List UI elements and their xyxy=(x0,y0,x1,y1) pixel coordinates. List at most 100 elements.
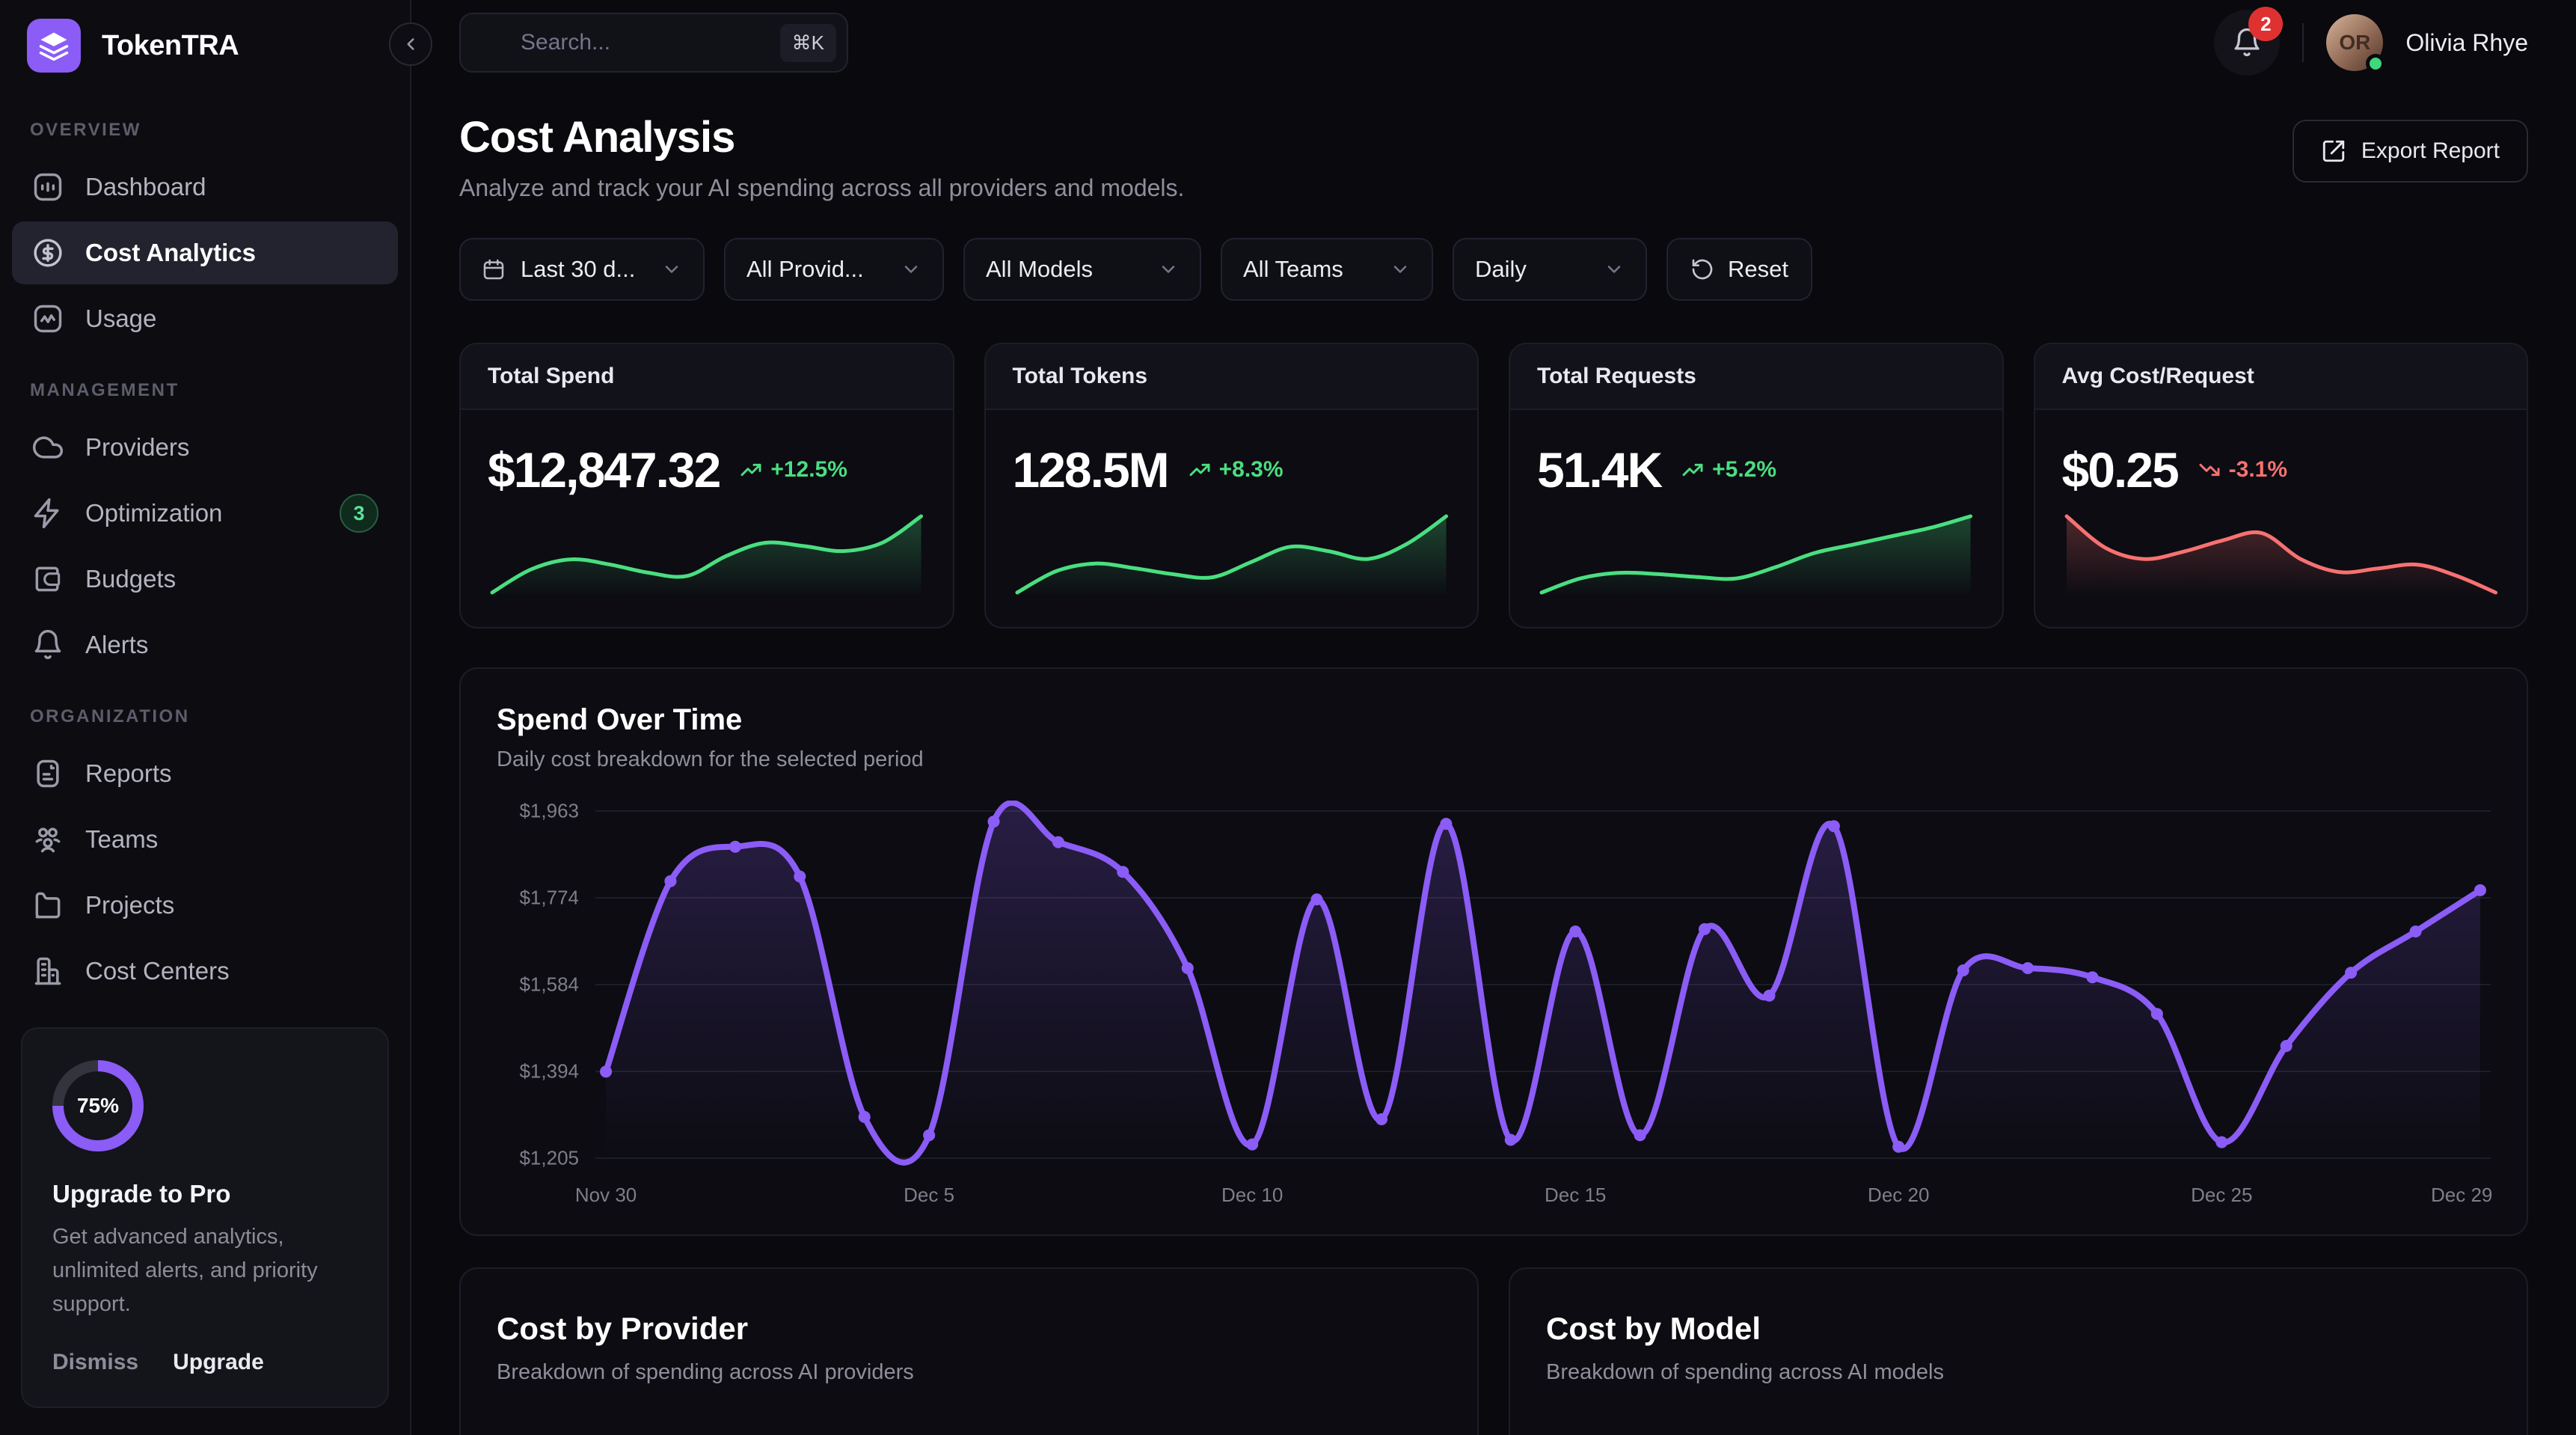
rotate-ccw-icon xyxy=(1690,257,1714,281)
y-tick-label: $1,584 xyxy=(519,973,579,997)
export-report-label: Export Report xyxy=(2361,138,2500,164)
brand: TokenTRA xyxy=(0,0,410,91)
stat-change-value: +5.2% xyxy=(1712,457,1776,483)
date-range-filter[interactable]: Last 30 d... xyxy=(459,238,705,301)
page-subtitle: Analyze and track your AI spending acros… xyxy=(459,174,1184,202)
wallet-icon xyxy=(31,563,64,596)
date-range-value: Last 30 d... xyxy=(521,256,635,283)
sidebar-item-dashboard[interactable]: Dashboard xyxy=(12,156,398,218)
stat-cards: Total Spend $12,847.32 +12.5% xyxy=(459,343,2528,628)
breakdown-title: Cost by Provider xyxy=(497,1311,1441,1347)
sidebar-item-label: Reports xyxy=(85,759,172,788)
breakdown-subtitle: Breakdown of spending across AI provider… xyxy=(497,1360,1441,1385)
sidebar-item-alerts[interactable]: Alerts xyxy=(12,614,398,676)
nav-section-management: MANAGEMENT xyxy=(30,380,380,401)
upgrade-progress-value: 75% xyxy=(64,1071,132,1140)
sidebar-item-label: Usage xyxy=(85,305,156,333)
user-name: Olivia Rhye xyxy=(2405,29,2528,57)
x-tick-label: Dec 29 xyxy=(2431,1184,2492,1207)
sidebar: TokenTRA OVERVIEW Dashboard Cost Analyt xyxy=(0,0,411,1435)
granularity-filter[interactable]: Daily xyxy=(1453,238,1647,301)
sidebar-item-budgets[interactable]: Budgets xyxy=(12,548,398,611)
stat-card-total-tokens: Total Tokens 128.5M +8.3% xyxy=(984,343,1479,628)
stat-value: 128.5M xyxy=(1013,441,1168,498)
dollar-circle-icon xyxy=(31,236,64,269)
notifications-button[interactable]: 2 xyxy=(2214,10,2280,76)
stat-title: Total Spend xyxy=(461,344,953,410)
online-status-dot xyxy=(2366,54,2385,73)
stat-value: $0.25 xyxy=(2062,441,2178,498)
sidebar-item-providers[interactable]: Providers xyxy=(12,416,398,479)
stat-sparkline xyxy=(488,512,926,597)
stat-card-avg-cost: Avg Cost/Request $0.25 -3.1% xyxy=(2034,343,2529,628)
page-title: Cost Analysis xyxy=(459,112,1184,162)
users-icon xyxy=(31,823,64,856)
provider-filter[interactable]: All Provid... xyxy=(724,238,944,301)
stat-title: Total Tokens xyxy=(986,344,1478,410)
layers-icon xyxy=(27,19,81,73)
sidebar-item-reports[interactable]: Reports xyxy=(12,742,398,805)
x-tick-label: Dec 5 xyxy=(904,1184,954,1207)
sidebar-item-label: Teams xyxy=(85,825,158,854)
cost-by-model-card: Cost by Model Breakdown of spending acro… xyxy=(1509,1267,2528,1435)
trending-up-icon xyxy=(1681,458,1705,482)
export-report-button[interactable]: Export Report xyxy=(2293,120,2528,183)
x-tick-label: Dec 10 xyxy=(1221,1184,1283,1207)
x-tick-label: Dec 25 xyxy=(2191,1184,2252,1207)
sidebar-collapse-button[interactable] xyxy=(389,22,432,66)
sidebar-item-label: Dashboard xyxy=(85,173,206,201)
x-tick-label: Dec 15 xyxy=(1545,1184,1606,1207)
sidebar-item-usage[interactable]: Usage xyxy=(12,287,398,350)
report-icon xyxy=(31,757,64,790)
upgrade-description: Get advanced analytics, unlimited alerts… xyxy=(52,1220,358,1321)
sidebar-item-label: Projects xyxy=(85,891,174,920)
sidebar-item-optimization[interactable]: Optimization 3 xyxy=(12,482,398,545)
notifications-count-badge: 2 xyxy=(2248,7,2283,41)
dismiss-button[interactable]: Dismiss xyxy=(52,1350,138,1375)
sidebar-item-cost-centers[interactable]: Cost Centers xyxy=(12,940,398,1003)
cost-by-provider-card: Cost by Provider Breakdown of spending a… xyxy=(459,1267,1479,1435)
breakdown-subtitle: Breakdown of spending across AI models xyxy=(1546,1360,2491,1385)
zap-icon xyxy=(31,497,64,530)
trending-up-icon xyxy=(739,458,763,482)
sidebar-item-label: Budgets xyxy=(85,565,176,593)
topbar: ⌘K 2 OR Olivia Rhye xyxy=(411,0,2576,85)
sidebar-item-label: Providers xyxy=(85,433,189,462)
trending-up-icon xyxy=(1188,458,1212,482)
search-input[interactable] xyxy=(521,30,780,55)
reset-filters-button[interactable]: Reset xyxy=(1666,238,1812,301)
nav-section-organization: ORGANIZATION xyxy=(30,706,380,727)
model-filter-value: All Models xyxy=(986,256,1093,283)
stat-card-total-requests: Total Requests 51.4K +5.2% xyxy=(1509,343,2004,628)
sidebar-item-cost-analytics[interactable]: Cost Analytics xyxy=(12,221,398,284)
team-filter[interactable]: All Teams xyxy=(1221,238,1433,301)
search-box[interactable]: ⌘K xyxy=(459,13,848,73)
chevron-down-icon xyxy=(1604,259,1625,280)
stat-change-value: +12.5% xyxy=(770,457,847,483)
chevron-down-icon xyxy=(661,259,682,280)
building-icon xyxy=(31,955,64,988)
x-tick-label: Nov 30 xyxy=(575,1184,637,1207)
sidebar-item-label: Cost Analytics xyxy=(85,239,256,267)
sidebar-item-teams[interactable]: Teams xyxy=(12,808,398,871)
model-filter[interactable]: All Models xyxy=(963,238,1201,301)
stat-title: Total Requests xyxy=(1510,344,2002,410)
nav-section-overview: OVERVIEW xyxy=(30,120,380,141)
search-shortcut-badge: ⌘K xyxy=(780,24,836,62)
stat-sparkline xyxy=(2062,512,2500,597)
main-area: ⌘K 2 OR Olivia Rhye Co xyxy=(411,0,2576,1435)
content: Cost Analysis Analyze and track your AI … xyxy=(411,85,2576,1435)
y-tick-label: $1,774 xyxy=(519,887,579,910)
stat-card-total-spend: Total Spend $12,847.32 +12.5% xyxy=(459,343,954,628)
upgrade-title: Upgrade to Pro xyxy=(52,1180,358,1208)
chevron-down-icon xyxy=(901,259,921,280)
sidebar-nav: OVERVIEW Dashboard Cost Analytics xyxy=(0,91,410,1027)
sidebar-item-projects[interactable]: Projects xyxy=(12,874,398,937)
sidebar-item-label: Optimization xyxy=(85,499,222,527)
sidebar-item-label: Cost Centers xyxy=(85,957,230,985)
x-tick-label: Dec 20 xyxy=(1868,1184,1929,1207)
avatar[interactable]: OR xyxy=(2326,14,2383,71)
dashboard-icon xyxy=(31,171,64,204)
upgrade-button[interactable]: Upgrade xyxy=(173,1350,264,1375)
provider-filter-value: All Provid... xyxy=(746,256,864,283)
